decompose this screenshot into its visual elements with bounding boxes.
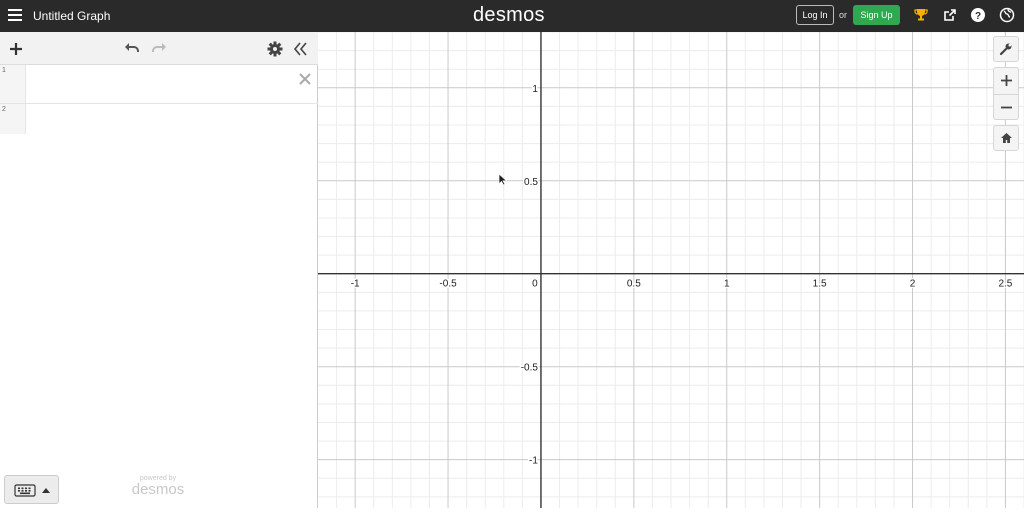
expression-panel: 1 2 powered by desmos <box>0 32 318 508</box>
keyboard-icon <box>14 484 36 497</box>
globe-icon[interactable] <box>999 7 1015 23</box>
graph-title[interactable]: Untitled Graph <box>33 9 110 23</box>
y-tick-label: 0.5 <box>524 177 538 188</box>
help-icon[interactable]: ? <box>970 7 986 23</box>
graph-canvas[interactable]: -1 -0.5 0 0.5 1 1.5 2 2.5 1 0.5 -0.5 -1 <box>318 31 1024 508</box>
graph-settings-button[interactable] <box>993 36 1019 62</box>
menu-icon[interactable] <box>8 9 22 21</box>
x-tick-label: 2.5 <box>998 279 1012 290</box>
x-tick-label: -0.5 <box>439 279 457 290</box>
expression-toolbar <box>0 32 318 65</box>
add-icon[interactable] <box>7 40 25 58</box>
x-tick-label: 0.5 <box>627 279 641 290</box>
graph-paper[interactable]: -1 -0.5 0 0.5 1 1.5 2 2.5 1 0.5 -0.5 -1 <box>318 31 1024 508</box>
y-tick-label: -0.5 <box>521 363 539 374</box>
share-icon[interactable] <box>942 7 958 23</box>
powered-by-desmos[interactable]: powered by desmos <box>130 475 186 498</box>
x-tick-label: -1 <box>351 279 360 290</box>
x-tick-label: 1.5 <box>813 279 827 290</box>
x-tick-label: 1 <box>724 279 730 290</box>
mouse-cursor-icon <box>498 173 507 186</box>
powered-by-logo: desmos <box>131 481 185 498</box>
home-icon <box>1001 133 1012 143</box>
wrench-icon <box>999 43 1012 56</box>
default-viewport-button[interactable] <box>993 125 1019 151</box>
x-tick-label: 0 <box>532 279 538 290</box>
signup-button[interactable]: Sign Up <box>853 5 900 25</box>
top-bar: Untitled Graph desmos Log In or Sign Up … <box>0 0 1024 32</box>
redo-icon[interactable] <box>150 40 168 58</box>
expression-row[interactable]: 2 <box>0 104 318 134</box>
x-tick-label: 2 <box>910 279 916 290</box>
y-tick-label: -1 <box>529 456 538 467</box>
keypad-toggle-button[interactable] <box>4 475 59 504</box>
undo-icon[interactable] <box>123 40 141 58</box>
collapse-icon[interactable] <box>291 40 309 58</box>
or-text: or <box>839 10 848 20</box>
zoom-in-icon[interactable] <box>1000 74 1013 87</box>
zoom-controls <box>993 67 1019 120</box>
expression-number: 1 <box>0 65 26 103</box>
delete-expression-icon[interactable] <box>297 71 313 87</box>
y-tick-label: 1 <box>532 84 538 95</box>
trophy-icon[interactable] <box>913 7 929 23</box>
gear-icon[interactable] <box>266 40 284 58</box>
login-button[interactable]: Log In <box>796 5 834 25</box>
caret-up-icon <box>42 488 50 493</box>
desmos-logo: desmos <box>473 4 545 26</box>
svg-text:?: ? <box>975 11 981 22</box>
expression-row[interactable]: 1 <box>0 65 318 104</box>
zoom-out-icon[interactable] <box>1000 101 1013 114</box>
expression-number: 2 <box>0 104 26 134</box>
